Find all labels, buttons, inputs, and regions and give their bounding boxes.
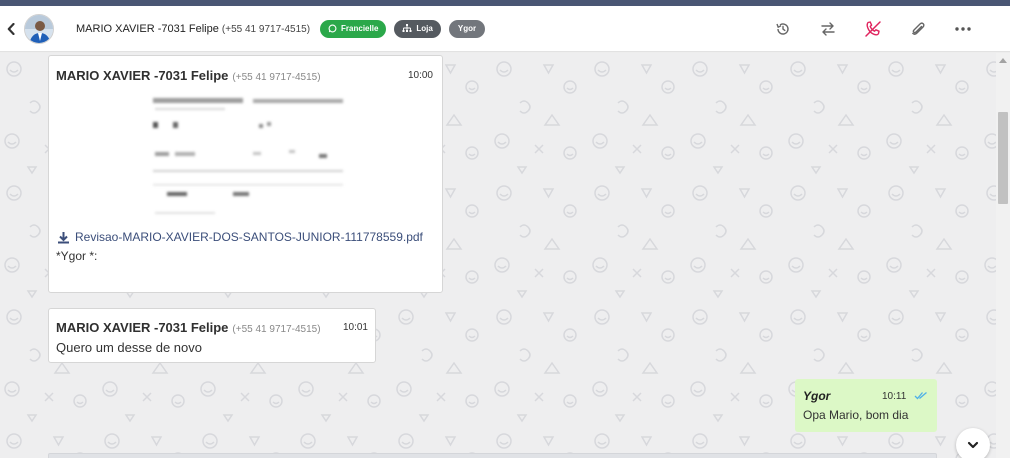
tag-agent[interactable]: Ygor [448,19,486,38]
message-incoming-file: MARIO XAVIER -7031 Felipe (+55 41 9717-45… [48,55,443,293]
attachment-button[interactable] [895,6,940,52]
message-sender: MARIO XAVIER -7031 Felipe [56,320,229,335]
scroll-thumb[interactable] [998,112,1008,204]
chat-scrollbar[interactable] [996,53,1010,458]
tag-label: Ygor [457,24,477,33]
message-time: 10:01 [342,322,368,333]
message-text: Opa Mario, bom dia [803,408,909,422]
scroll-to-bottom-button[interactable] [956,428,990,458]
message-text: Quero um desse de novo [56,340,202,355]
attachment-icon [911,22,925,35]
tag-label: Loja [416,24,433,33]
tag-store[interactable]: Loja [394,19,441,38]
double-check-icon [914,392,927,400]
message-time: 10:11 [882,391,907,402]
file-download-link[interactable]: Revisao-MARIO-XAVIER-DOS-SANTOS-JUNIOR-1… [57,230,423,244]
back-chevron-icon [7,22,15,35]
whatsapp-icon [328,24,337,33]
history-button[interactable] [760,6,805,52]
message-time: 10:00 [407,70,433,81]
avatar[interactable] [24,13,54,44]
transfer-button[interactable] [805,6,850,52]
message-caption: *Ygor *: [56,249,98,263]
back-button[interactable] [2,22,20,35]
contact-name: MARIO XAVIER -7031 Felipe [76,22,219,35]
scroll-up-arrow[interactable] [999,58,1007,63]
message-outgoing-text: Ygor 10:11 Opa Mario, bom dia [795,379,937,432]
transfer-icon [820,22,835,36]
message-incoming-text: MARIO XAVIER -7031 Felipe (+55 41 9717-45… [48,308,376,363]
chat-header: MARIO XAVIER -7031 Felipe (+55 41 9717-4… [0,6,1010,52]
more-icon [954,27,971,31]
history-icon [775,23,789,35]
message-sender-phone: (+55 41 9717-4515) [232,324,321,335]
download-icon [58,231,69,243]
document-preview[interactable] [149,94,349,222]
chevron-down-icon [967,441,979,449]
message-sender: Ygor [803,389,831,403]
contact-phone: (+55 41 9717-4515) [221,23,311,35]
contact-info: MARIO XAVIER -7031 Felipe (+55 41 9717-4… [76,23,310,35]
message-header: MARIO XAVIER -7031 Felipe (+55 41 9717-45… [56,319,321,337]
header-toolbar [760,6,985,52]
tag-whatsapp-agent[interactable]: Francielle [320,19,387,38]
end-call-button[interactable] [850,6,895,52]
message-composer[interactable] [48,453,937,458]
file-name: Revisao-MARIO-XAVIER-DOS-SANTOS-JUNIOR-1… [75,230,423,244]
message-header: MARIO XAVIER -7031 Felipe (+55 41 9717-45… [56,67,321,85]
end-call-icon [864,21,881,37]
more-options-button[interactable] [940,6,985,52]
message-sender: MARIO XAVIER -7031 Felipe [56,68,229,83]
sitemap-icon [402,24,412,32]
tag-label: Francielle [341,24,379,33]
message-sender-phone: (+55 41 9717-4515) [232,72,321,83]
